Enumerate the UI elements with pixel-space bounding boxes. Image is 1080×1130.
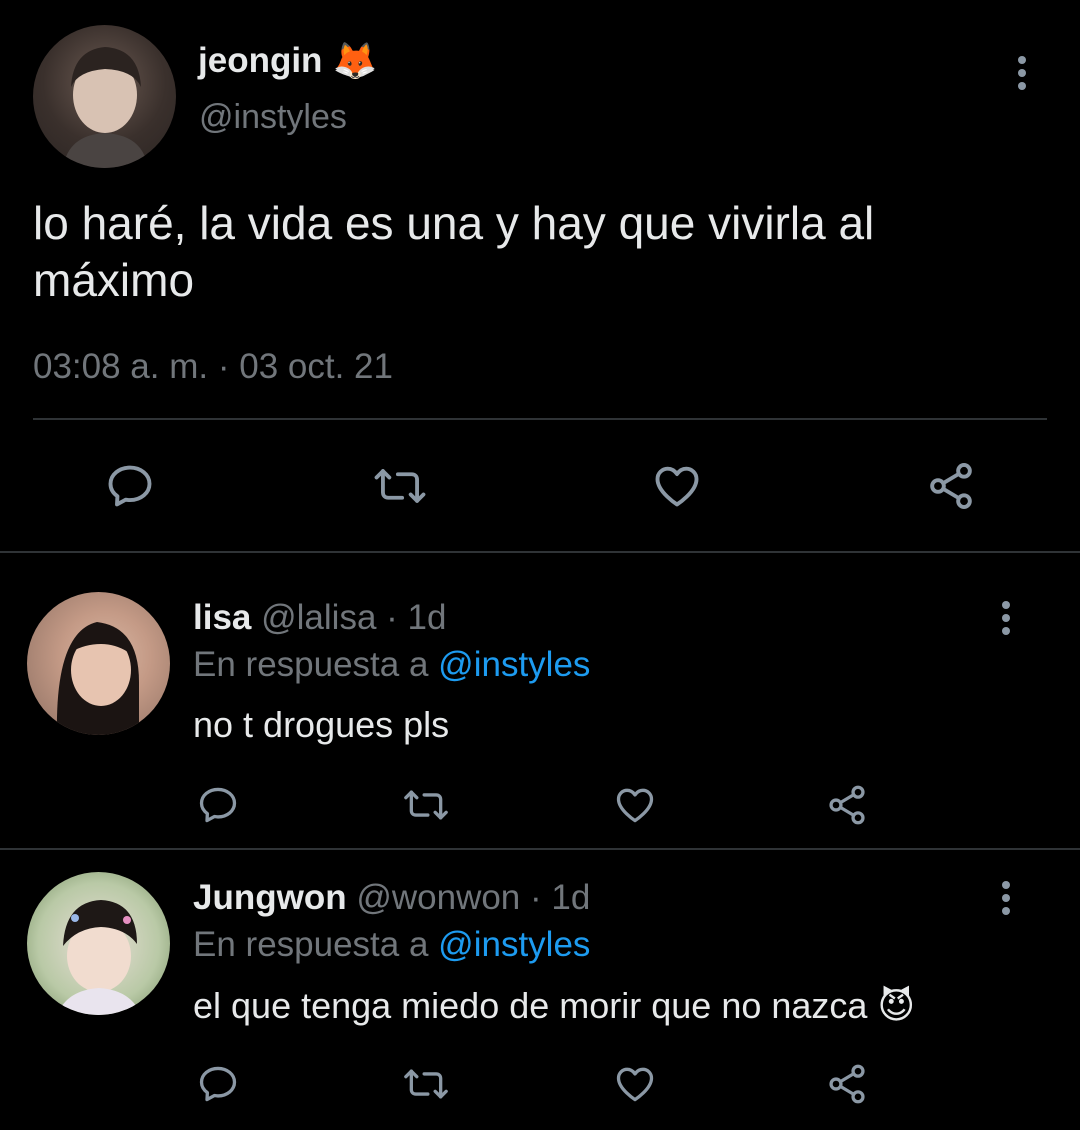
- retweet-icon[interactable]: [368, 460, 432, 512]
- avatar-jungwon-image: [57, 900, 141, 1015]
- reply-age: · 1d: [386, 598, 447, 637]
- tweet-timestamp: 03:08 a. m. · 03 oct. 21: [33, 347, 393, 387]
- reply-text-content: el que tenga miedo de morir que no nazca: [193, 985, 868, 1026]
- reply-author-name[interactable]: Jungwon: [193, 878, 347, 917]
- reply-context-prefix: En respuesta a: [193, 925, 429, 964]
- share-icon[interactable]: [824, 783, 870, 827]
- author-name[interactable]: jeongin 🦊: [198, 40, 377, 82]
- share-icon[interactable]: [924, 460, 978, 512]
- avatar-lisa-image: [56, 622, 139, 735]
- reply-author-name[interactable]: lisa: [193, 598, 251, 637]
- avatar-jungwon[interactable]: [27, 872, 170, 1015]
- reply-text: no t drogues pls: [193, 704, 450, 745]
- avatar-jeongin[interactable]: [33, 25, 176, 168]
- like-icon[interactable]: [612, 783, 658, 827]
- reply-text: el que tenga miedo de morir que no nazca…: [193, 985, 915, 1027]
- retweet-icon[interactable]: [398, 1062, 454, 1106]
- author-handle[interactable]: @instyles: [199, 98, 347, 137]
- reply-more-options-icon[interactable]: [999, 601, 1013, 635]
- avatar-lisa[interactable]: [27, 592, 170, 735]
- reply-context-prefix: En respuesta a: [193, 645, 429, 684]
- tweet-date: 03 oct. 21: [239, 347, 393, 386]
- reply-age: · 1d: [530, 878, 591, 917]
- reply-icon[interactable]: [104, 460, 156, 512]
- tweet-text: lo haré, la vida es una y hay que vivirl…: [33, 197, 875, 306]
- section-divider: [0, 848, 1080, 850]
- reply-icon[interactable]: [196, 783, 240, 827]
- reply-context: En respuesta a @instyles: [193, 925, 590, 965]
- devil-emoji: 😈: [877, 985, 915, 1026]
- section-divider: [0, 551, 1080, 553]
- timestamp-separator: ·: [217, 347, 230, 386]
- retweet-icon[interactable]: [398, 783, 454, 827]
- reply-context-mention[interactable]: @instyles: [438, 925, 590, 964]
- reply-author-handle[interactable]: @lalisa: [261, 598, 376, 637]
- reply-header-lisa: lisa @lalisa · 1d: [193, 598, 446, 638]
- avatar-jeongin-image: [63, 47, 148, 168]
- reply-more-options-icon[interactable]: [999, 881, 1013, 915]
- author-name-text: jeongin: [198, 41, 323, 80]
- like-icon[interactable]: [650, 460, 704, 512]
- reply-header-jungwon: Jungwon @wonwon · 1d: [193, 878, 590, 918]
- reply-icon[interactable]: [196, 1062, 240, 1106]
- fox-emoji: 🦊: [332, 40, 378, 81]
- reply-context-mention[interactable]: @instyles: [438, 645, 590, 684]
- share-icon[interactable]: [824, 1062, 870, 1106]
- like-icon[interactable]: [612, 1062, 658, 1106]
- more-options-icon[interactable]: [1015, 56, 1029, 90]
- reply-author-handle[interactable]: @wonwon: [356, 878, 520, 917]
- tweet-time: 03:08 a. m.: [33, 347, 209, 386]
- timestamp-divider: [33, 418, 1047, 420]
- reply-context: En respuesta a @instyles: [193, 645, 590, 685]
